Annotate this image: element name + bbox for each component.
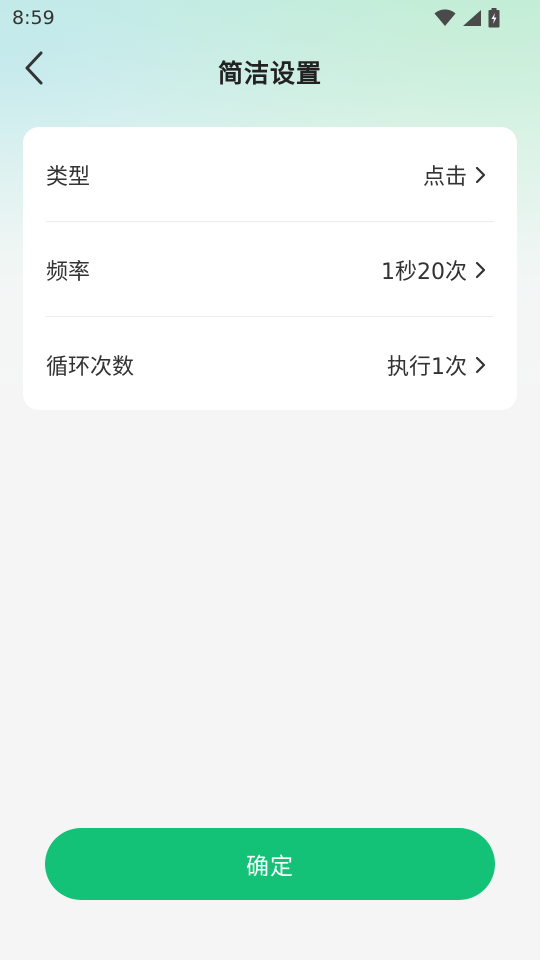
setting-row-frequency[interactable]: 频率 1秒20次 [23, 222, 517, 316]
setting-value: 点击 [422, 165, 467, 190]
battery-charging-icon [488, 8, 500, 28]
status-bar: 8:59 [0, 0, 540, 36]
status-time: 8:59 [12, 7, 55, 29]
status-icons [434, 8, 500, 28]
setting-label: 类型 [46, 165, 91, 190]
chevron-right-icon [473, 259, 487, 281]
settings-card: 类型 点击 频率 1秒20次 循环次数 执行1次 [23, 127, 517, 410]
signal-icon [462, 9, 482, 27]
setting-label: 频率 [46, 260, 91, 285]
setting-value-group: 点击 [423, 159, 487, 191]
setting-value-group: 执行1次 [387, 349, 487, 381]
setting-row-type[interactable]: 类型 点击 [23, 127, 517, 221]
setting-label: 循环次数 [46, 355, 135, 380]
chevron-right-icon [473, 164, 487, 186]
wifi-icon [434, 9, 456, 27]
chevron-right-icon [473, 354, 487, 376]
nav-bar: 简洁设置 [0, 40, 540, 100]
setting-row-loop-count[interactable]: 循环次数 执行1次 [23, 317, 517, 411]
page-title: 简洁设置 [217, 59, 322, 88]
setting-value: 1秒20次 [381, 260, 467, 285]
setting-value-group: 1秒20次 [381, 254, 487, 286]
confirm-button[interactable]: 确定 [45, 828, 495, 900]
setting-value: 执行1次 [387, 355, 467, 380]
